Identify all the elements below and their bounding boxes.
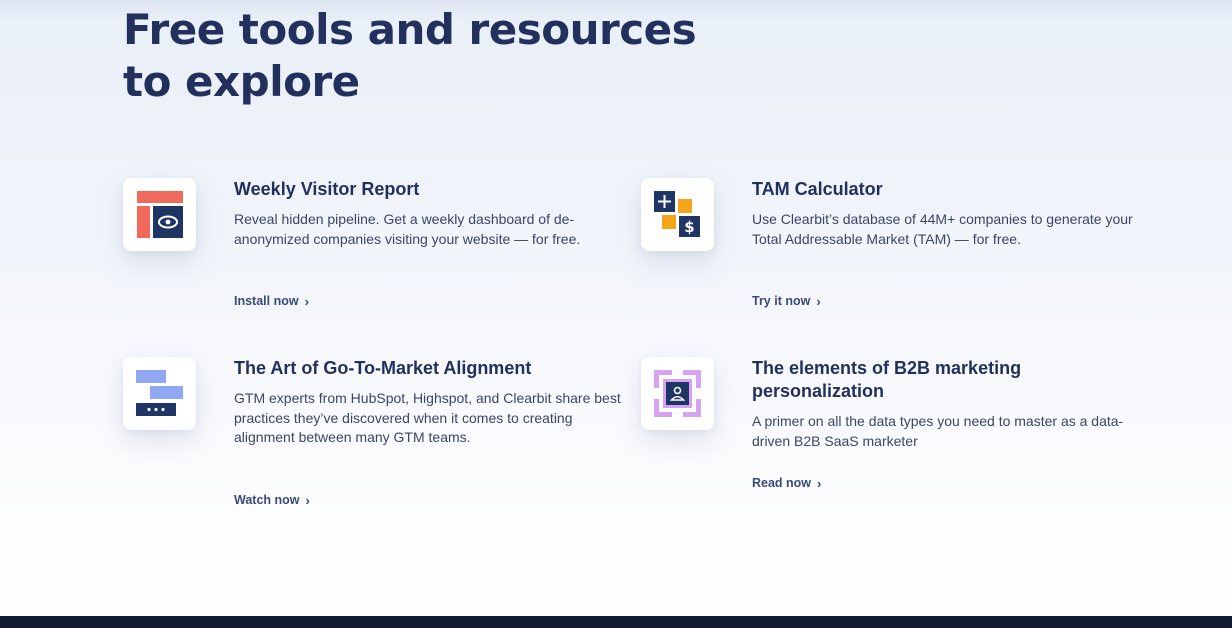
chevron-right-icon: ›	[817, 475, 822, 491]
svg-text:$: $	[684, 218, 694, 236]
gtm-alignment-icon	[136, 370, 183, 416]
tam-calculator-icon: $	[654, 191, 700, 237]
tam-calculator-body: TAM Calculator Use Clearbit’s database o…	[752, 178, 1142, 308]
card-title: The elements of B2B marketing personaliz…	[752, 358, 1022, 401]
section-title: Free tools and resources to explore	[123, 4, 697, 108]
footer-bar	[0, 616, 1232, 628]
gtm-alignment-body: The Art of Go-To-Market Alignment GTM ex…	[234, 357, 624, 507]
chevron-right-icon: ›	[304, 293, 309, 309]
link-label: Try it now	[752, 294, 811, 308]
read-now-link[interactable]: Read now ›	[752, 476, 821, 490]
b2b-personalization-icon-tile	[641, 357, 714, 430]
section-title-line-2: to explore	[123, 57, 360, 106]
b2b-personalization-icon	[654, 370, 701, 417]
card-description: A primer on all the data types you need …	[752, 413, 1124, 449]
gtm-alignment-icon-tile	[123, 357, 196, 430]
card-description: Reveal hidden pipeline. Get a weekly das…	[234, 211, 581, 247]
section-title-line-1: Free tools and resources	[123, 5, 697, 54]
b2b-personalization-body: The elements of B2B marketing personaliz…	[752, 357, 1142, 490]
chevron-right-icon: ›	[816, 293, 821, 309]
try-it-now-link[interactable]: Try it now ›	[752, 294, 821, 308]
card-title: The Art of Go-To-Market Alignment	[234, 358, 532, 378]
card-description: GTM experts from HubSpot, Highspot, and …	[234, 390, 621, 445]
visitor-report-icon	[137, 191, 183, 238]
install-now-link[interactable]: Install now ›	[234, 294, 309, 308]
card-title: Weekly Visitor Report	[234, 179, 420, 199]
link-label: Watch now	[234, 493, 300, 507]
visitor-report-icon-tile	[123, 178, 196, 251]
chevron-right-icon: ›	[305, 492, 310, 508]
card-description: Use Clearbit’s database of 44M+ companie…	[752, 211, 1133, 247]
card-title: TAM Calculator	[752, 179, 883, 199]
visitor-report-body: Weekly Visitor Report Reveal hidden pipe…	[234, 178, 624, 308]
tam-calculator-icon-tile: $	[641, 178, 714, 251]
link-label: Read now	[752, 476, 812, 490]
watch-now-link[interactable]: Watch now ›	[234, 493, 310, 507]
link-label: Install now	[234, 294, 299, 308]
